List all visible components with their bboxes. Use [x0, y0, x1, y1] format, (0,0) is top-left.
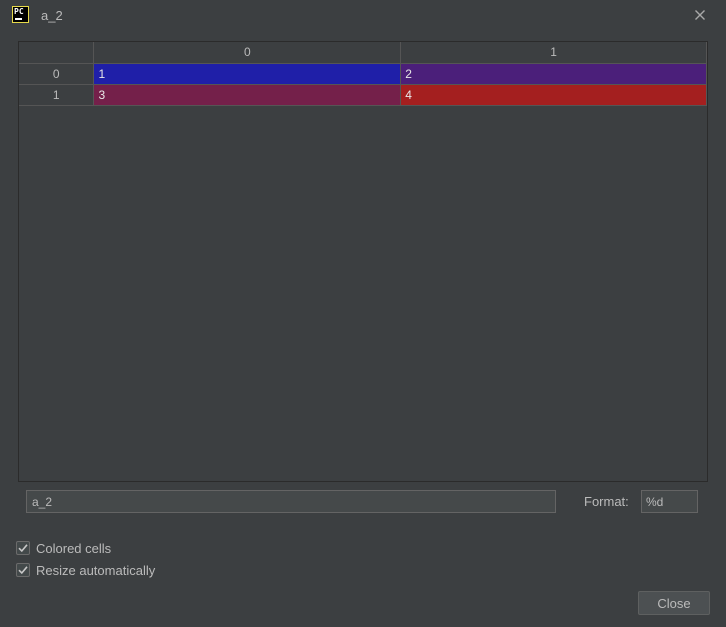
array-viewer-dialog: PC a_2 0 1 0 1 2 1 3 4 a_2 Format: %d Co… [0, 0, 726, 627]
data-grid: 0 1 0 1 2 1 3 4 [19, 42, 707, 106]
row-header[interactable]: 0 [19, 63, 95, 85]
close-icon-glyph [695, 10, 705, 20]
table-row: 0 1 2 [19, 63, 707, 85]
close-icon[interactable] [692, 7, 708, 23]
table-cell[interactable]: 4 [400, 84, 707, 106]
colored-cells-label: Colored cells [36, 540, 112, 556]
colored-cells-checkbox[interactable]: Colored cells [16, 540, 111, 556]
checkmark-icon [18, 544, 28, 553]
table-cell[interactable]: 3 [93, 84, 402, 106]
logo-underline [15, 18, 22, 20]
column-header[interactable]: 1 [400, 42, 707, 64]
checkbox-checked-icon[interactable] [16, 541, 30, 555]
title-bar: PC a_2 [0, 0, 726, 32]
window-title: a_2 [41, 8, 63, 23]
pycharm-logo-icon: PC [12, 6, 29, 23]
table-cell[interactable]: 1 [93, 63, 402, 85]
row-header[interactable]: 1 [19, 84, 95, 106]
format-label: Format: [584, 494, 629, 509]
logo-text: PC [14, 7, 24, 16]
resize-automatically-checkbox[interactable]: Resize automatically [16, 562, 155, 578]
slice-expression-input[interactable] [26, 490, 556, 513]
checkmark-icon [18, 566, 28, 575]
resize-automatically-label: Resize automatically [36, 562, 156, 578]
data-table[interactable]: 0 1 0 1 2 1 3 4 [18, 41, 708, 482]
table-cell[interactable]: 2 [400, 63, 707, 85]
format-input[interactable] [641, 490, 698, 513]
close-button[interactable]: Close [638, 591, 710, 615]
checkbox-checked-icon[interactable] [16, 563, 30, 577]
corner-header [19, 42, 95, 64]
table-row: 1 3 4 [19, 84, 707, 106]
column-header[interactable]: 0 [93, 42, 402, 64]
column-header-row: 0 1 [19, 42, 707, 64]
